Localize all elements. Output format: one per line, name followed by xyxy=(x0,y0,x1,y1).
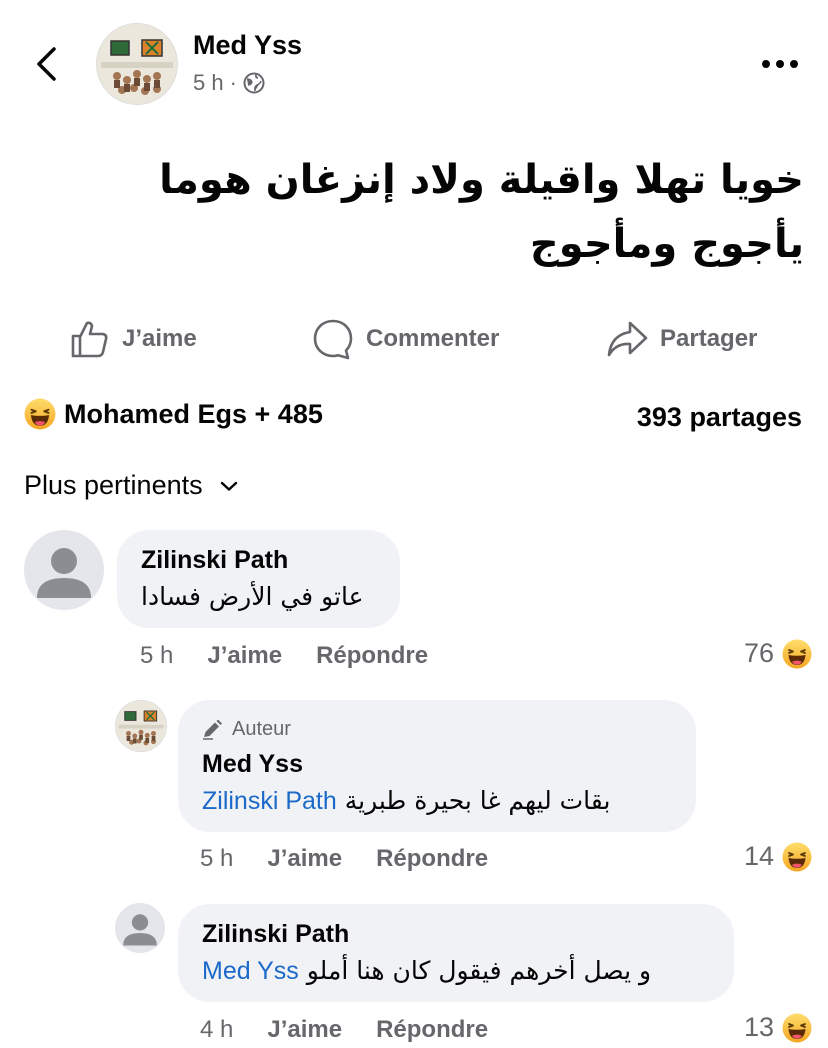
reply-like-button[interactable]: J’aime xyxy=(267,1016,342,1044)
reply-reply-button[interactable]: Répondre xyxy=(376,845,488,873)
back-button[interactable] xyxy=(26,40,66,88)
post-text: خويا تهلا واقيلة ولاد إنزغان هوما يأجوج … xyxy=(159,157,804,267)
meta-separator: · xyxy=(229,70,237,95)
comment-icon xyxy=(313,319,353,360)
reply-author[interactable]: Med Yss xyxy=(202,750,303,779)
reactions-summary[interactable]: Mohamed Egs + 485 xyxy=(24,398,323,430)
thumbs-up-icon xyxy=(71,321,108,358)
haha-emoji-icon xyxy=(24,398,56,430)
haha-emoji-icon xyxy=(782,639,812,669)
commenter-avatar[interactable] xyxy=(24,530,104,610)
comment-reactions[interactable]: 76 xyxy=(744,638,812,669)
reaction-count: 76 xyxy=(743,638,774,668)
like-button[interactable]: J’aime xyxy=(70,315,197,363)
reaction-count: 13 xyxy=(743,1012,774,1042)
reply-avatar[interactable] xyxy=(115,700,167,752)
sort-label: Plus pertinents xyxy=(24,470,203,500)
reply-author[interactable]: Zilinski Path xyxy=(202,920,349,949)
post-time[interactable]: 5 h xyxy=(193,70,224,96)
reply-text: و يصل أخرهم فيقول كان هنا أملو Med Yss xyxy=(202,956,651,986)
reply-reply-button[interactable]: Répondre xyxy=(376,1016,488,1044)
share-label: Partager xyxy=(660,325,758,352)
sort-dropdown[interactable]: Plus pertinents xyxy=(24,470,239,501)
post-meta: 5 h · xyxy=(193,70,265,96)
comment-like-button[interactable]: J’aime xyxy=(207,642,282,670)
reply-bubble: Auteur Med Yss بقات ليهم غا بحيرة طبرية … xyxy=(178,700,696,832)
reply-time[interactable]: 4 h xyxy=(200,1016,233,1044)
comment-actions: 5 h J’aime Répondre xyxy=(140,642,428,670)
comment-text: عاتو في الأرض فسادا xyxy=(141,582,364,611)
mention-link[interactable]: Med Yss xyxy=(202,957,299,985)
author-name[interactable]: Med Yss xyxy=(193,30,302,61)
author-avatar[interactable] xyxy=(96,23,178,105)
reaction-count: 14 xyxy=(743,841,774,871)
pen-icon xyxy=(203,719,222,740)
author-badge: Auteur xyxy=(202,718,291,741)
reply-like-button[interactable]: J’aime xyxy=(267,845,342,873)
reply-text: بقات ليهم غا بحيرة طبرية Zilinski Path xyxy=(202,786,610,816)
reply-reactions[interactable]: 14 xyxy=(744,841,812,872)
chevron-left-icon xyxy=(37,47,56,81)
like-label: J’aime xyxy=(122,325,197,352)
chevron-down-icon xyxy=(220,481,237,491)
author-badge-label: Auteur xyxy=(232,718,291,740)
reply-text-content: بقات ليهم غا بحيرة طبرية xyxy=(344,786,611,815)
more-dots-icon xyxy=(762,60,798,68)
globe-icon xyxy=(243,72,265,94)
comment-time[interactable]: 5 h xyxy=(140,642,173,670)
comment-bubble: Zilinski Path عاتو في الأرض فسادا xyxy=(117,530,400,628)
comment-label: Commenter xyxy=(366,325,500,352)
reply-actions: 4 h J’aime Répondre xyxy=(200,1016,488,1044)
reply-bubble: Zilinski Path و يصل أخرهم فيقول كان هنا … xyxy=(178,904,734,1002)
comment-reply-button[interactable]: Répondre xyxy=(316,642,428,670)
share-icon xyxy=(607,321,648,357)
comment-button[interactable]: Commenter xyxy=(312,315,499,363)
reply-time[interactable]: 5 h xyxy=(200,845,233,873)
more-options-button[interactable] xyxy=(756,52,804,76)
reply-text-content: و يصل أخرهم فيقول كان هنا أملو xyxy=(306,956,652,985)
reply-avatar[interactable] xyxy=(115,903,165,953)
reply-reactions[interactable]: 13 xyxy=(744,1012,812,1043)
haha-emoji-icon xyxy=(782,1013,812,1043)
mention-link[interactable]: Zilinski Path xyxy=(202,787,337,815)
share-button[interactable]: Partager xyxy=(606,315,757,363)
comment-author[interactable]: Zilinski Path xyxy=(141,546,288,575)
reactions-text: Mohamed Egs + 485 xyxy=(64,398,323,429)
shares-count[interactable]: 393 partages xyxy=(637,402,802,433)
haha-emoji-icon xyxy=(782,842,812,872)
reply-actions: 5 h J’aime Répondre xyxy=(200,845,488,873)
